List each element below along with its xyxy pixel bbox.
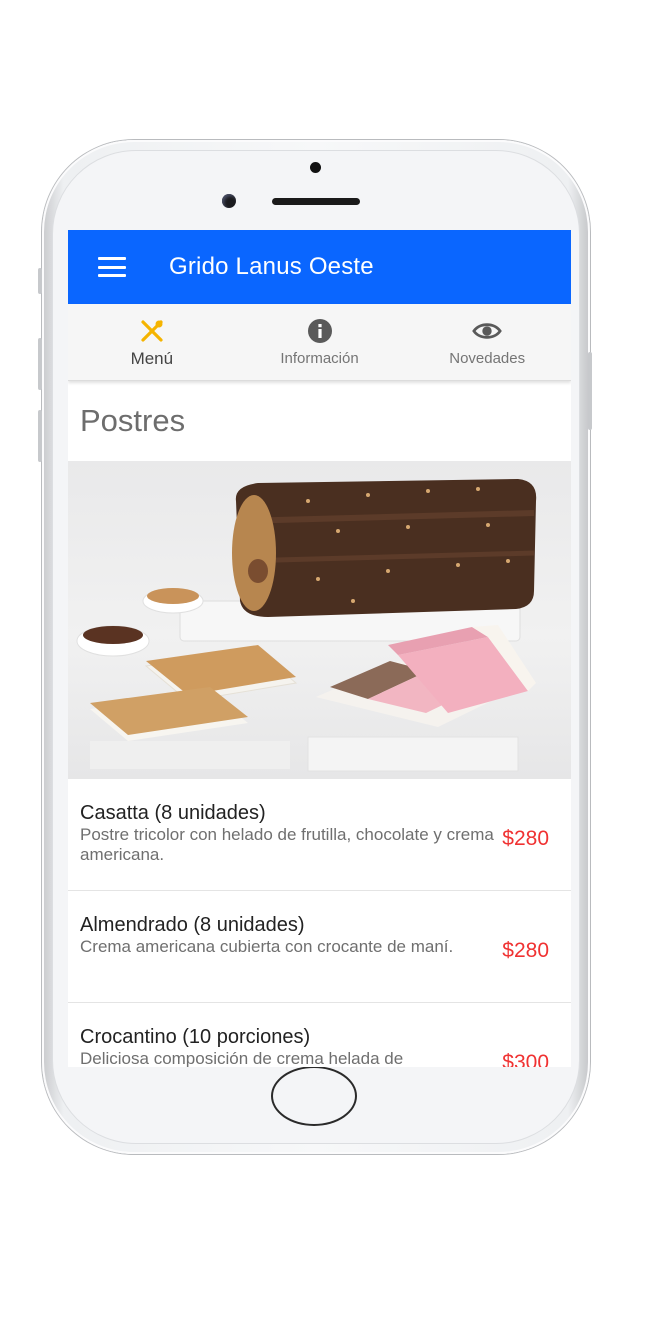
item-name: Crocantino (10 porciones) — [80, 1026, 311, 1048]
item-description: Crema americana cubierta con crocante de… — [80, 937, 454, 956]
menu-item[interactable]: Casatta (8 unidades) Postre tricolor con… — [68, 779, 571, 891]
info-icon — [305, 316, 335, 346]
stage: Grido Lanus Oeste Menú Información Noved… — [0, 0, 649, 1323]
app-title: Grido Lanus Oeste — [169, 253, 374, 280]
menu-icon[interactable] — [98, 257, 126, 277]
front-camera — [222, 194, 236, 208]
tab-informacion[interactable]: Información — [236, 304, 404, 380]
volume-down-button — [38, 410, 42, 462]
section-title: Postres — [80, 403, 186, 438]
menu-item[interactable]: Almendrado (8 unidades) Crema americana … — [68, 891, 571, 1003]
item-name: Casatta (8 unidades) — [80, 802, 266, 824]
home-button[interactable] — [271, 1066, 357, 1126]
item-name: Almendrado (8 unidades) — [80, 914, 305, 936]
tab-novedades[interactable]: Novedades — [403, 304, 571, 380]
mute-switch — [38, 268, 42, 294]
item-price: $280 — [502, 827, 549, 850]
item-description: Postre tricolor con helado de frutilla, … — [80, 825, 494, 864]
tab-bar: Menú Información Novedades — [68, 304, 571, 381]
volume-up-button — [38, 338, 42, 390]
item-price: $280 — [502, 939, 549, 962]
tab-menu-label: Menú — [130, 349, 174, 368]
eye-icon — [472, 316, 502, 346]
tab-informacion-label: Información — [280, 350, 359, 367]
item-price: $300 — [502, 1051, 549, 1067]
app-screen: Grido Lanus Oeste Menú Información Noved… — [68, 230, 571, 1067]
app-bar: Grido Lanus Oeste — [68, 230, 571, 304]
menu-content: Postres Casatta (8 unidades) Postre tric… — [68, 381, 571, 1067]
postres-photo — [68, 461, 571, 779]
utensils-icon — [137, 316, 167, 346]
menu-item[interactable]: Crocantino (10 porciones) Deliciosa comp… — [68, 1003, 571, 1067]
tab-novedades-label: Novedades — [449, 350, 526, 367]
item-description: Deliciosa composición de crema helada de — [80, 1049, 404, 1067]
earpiece-speaker — [272, 198, 360, 205]
sensor-dot — [310, 162, 321, 173]
power-button — [588, 352, 592, 430]
tab-menu[interactable]: Menú — [68, 304, 236, 380]
